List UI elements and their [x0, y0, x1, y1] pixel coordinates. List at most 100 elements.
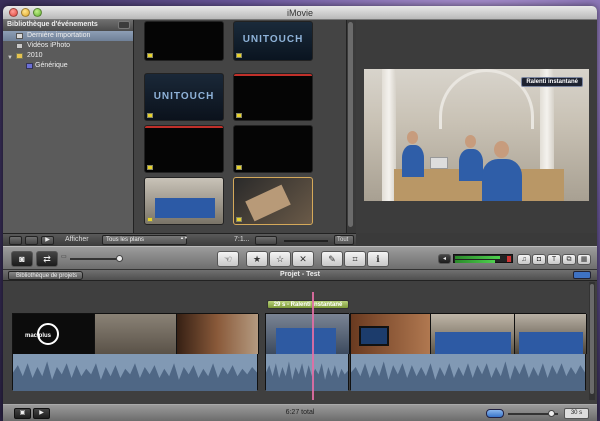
imovie-window: iMovie Bibliothèque d'événements Dernièr… — [3, 6, 597, 421]
slowmo-clip-label[interactable]: 29 s - Ralenti instantané — [267, 300, 349, 309]
photo-icon[interactable]: ◘ — [532, 254, 546, 265]
library-item-label: Générique — [35, 62, 68, 69]
clip-thumbnail[interactable] — [144, 125, 224, 173]
favorite-button[interactable]: ★ — [246, 251, 268, 267]
switch-view-button[interactable] — [25, 236, 38, 245]
audio-waveform — [266, 354, 348, 391]
project-clip[interactable] — [350, 313, 587, 391]
meter-right — [455, 260, 495, 263]
clip-frame — [177, 314, 259, 354]
zoom-ratio: 7:1... — [234, 236, 250, 243]
transition-icon[interactable]: ⧉ — [562, 254, 576, 265]
zoom-seconds: 30 s — [564, 408, 589, 419]
zoom-slider[interactable] — [284, 240, 328, 242]
scrollbar-knob[interactable] — [590, 284, 594, 394]
clip-thumbnail[interactable] — [144, 21, 224, 61]
rejected-marker — [145, 126, 223, 128]
peak-indicator — [507, 256, 511, 262]
zoom-out-button[interactable] — [255, 236, 277, 245]
reject-button[interactable]: ✕ — [292, 251, 314, 267]
favorite-icon — [236, 217, 242, 222]
clip-frame — [431, 314, 515, 354]
eject-icon[interactable] — [118, 21, 130, 29]
clip-size-icon: ▭ — [61, 254, 67, 260]
people — [435, 332, 511, 354]
person — [407, 131, 418, 144]
library-item-generique[interactable]: Générique — [3, 61, 133, 71]
camera-import-button[interactable]: ◙ — [11, 251, 33, 267]
arch — [439, 69, 534, 129]
status-bar: ▣ ▶ 6:27 total 30 s — [3, 404, 597, 421]
select-tool-button[interactable]: ☜ — [217, 251, 239, 267]
play-event-button[interactable]: ▶ — [41, 236, 54, 245]
crop-button[interactable]: ⌗ — [344, 251, 366, 267]
person — [494, 141, 509, 158]
audio-waveform-toggle[interactable] — [486, 409, 504, 418]
unmark-button[interactable]: ☆ — [269, 251, 291, 267]
favorite-icon — [236, 53, 242, 58]
clip-frame — [266, 314, 350, 354]
clip-frame — [515, 314, 587, 354]
event-library: Bibliothèque d'événements Dernière impor… — [3, 20, 134, 233]
project-pane[interactable]: Bibliothèque de projets Projet - Test ma… — [3, 270, 597, 404]
folder-icon — [16, 53, 23, 59]
clip-thumbnail-selected[interactable] — [233, 177, 313, 225]
clip-thumbnail[interactable] — [233, 125, 313, 173]
film-icon — [16, 33, 23, 39]
library-item-label: Dernière importation — [27, 32, 91, 39]
clip-thumbnail[interactable]: UNITOUCH — [233, 21, 313, 61]
project-clip[interactable]: mac plus — [12, 313, 259, 391]
map-icon[interactable]: ▦ — [577, 254, 591, 265]
favorite-icon — [147, 217, 153, 222]
swap-button[interactable]: ⇄ — [36, 251, 58, 267]
info-button[interactable]: ℹ — [367, 251, 389, 267]
audio-waveform — [13, 354, 257, 391]
view-mode-button[interactable] — [573, 271, 591, 279]
project-title: Projet - Test — [280, 271, 320, 278]
audio-adjust-icon[interactable]: ◂ — [438, 254, 451, 264]
person — [482, 159, 522, 201]
event-browser[interactable]: UNITOUCH UNITOUCH — [134, 20, 354, 233]
library-item-last-import[interactable]: Dernière importation — [3, 31, 133, 41]
project-header: Bibliothèque de projets Projet - Test — [3, 270, 597, 281]
browser-scrollbar[interactable] — [346, 20, 354, 233]
music-icon[interactable]: ♫ — [517, 254, 531, 265]
thumbnail-size-slider[interactable] — [70, 255, 123, 262]
show-label: Afficher — [65, 236, 89, 243]
project-clip-slowmo[interactable] — [265, 313, 350, 391]
clip-thumbnail[interactable] — [144, 177, 224, 225]
library-item-2010[interactable]: ▼ 2010 — [3, 51, 133, 61]
person — [402, 145, 424, 177]
meter-left — [455, 256, 500, 259]
favorite-icon — [147, 165, 153, 170]
viewer-bar — [356, 233, 597, 246]
clip-filter-select[interactable]: Tous les plans — [102, 235, 187, 245]
library-item-iphoto-videos[interactable]: Vidéos iPhoto — [3, 41, 133, 51]
playhead[interactable] — [312, 292, 314, 400]
screen — [359, 326, 389, 346]
project-scrollbar[interactable] — [589, 282, 595, 400]
person — [465, 135, 476, 148]
library-item-label: 2010 — [27, 52, 43, 59]
title-bar[interactable]: iMovie — [3, 6, 597, 20]
clip-thumbnail[interactable] — [233, 73, 313, 121]
all-label: Tout — [337, 237, 349, 243]
all-button[interactable]: Tout — [334, 235, 354, 245]
laptop — [430, 157, 448, 169]
clip-frame — [351, 314, 431, 354]
viewer-frame: Ralenti instantané — [364, 69, 589, 201]
slider-knob[interactable] — [548, 410, 555, 417]
timeline-zoom-slider[interactable] — [508, 410, 558, 417]
viewer: Ralenti instantané — [356, 20, 597, 233]
title-icon[interactable]: T — [547, 254, 561, 265]
rejected-marker — [234, 74, 312, 76]
voiceover-button[interactable]: ✎ — [321, 251, 343, 267]
thumbnail-text: UNITOUCH — [153, 91, 215, 102]
show-library-button[interactable] — [9, 236, 22, 245]
clip-filter-value: Tous les plans — [106, 237, 145, 243]
event-library-header: Bibliothèque d'événements — [3, 20, 133, 31]
slider-knob[interactable] — [116, 255, 123, 262]
scrollbar-knob[interactable] — [348, 22, 353, 227]
thumbnail-text: UNITOUCH — [242, 34, 304, 45]
clip-thumbnail[interactable]: UNITOUCH — [144, 73, 224, 121]
